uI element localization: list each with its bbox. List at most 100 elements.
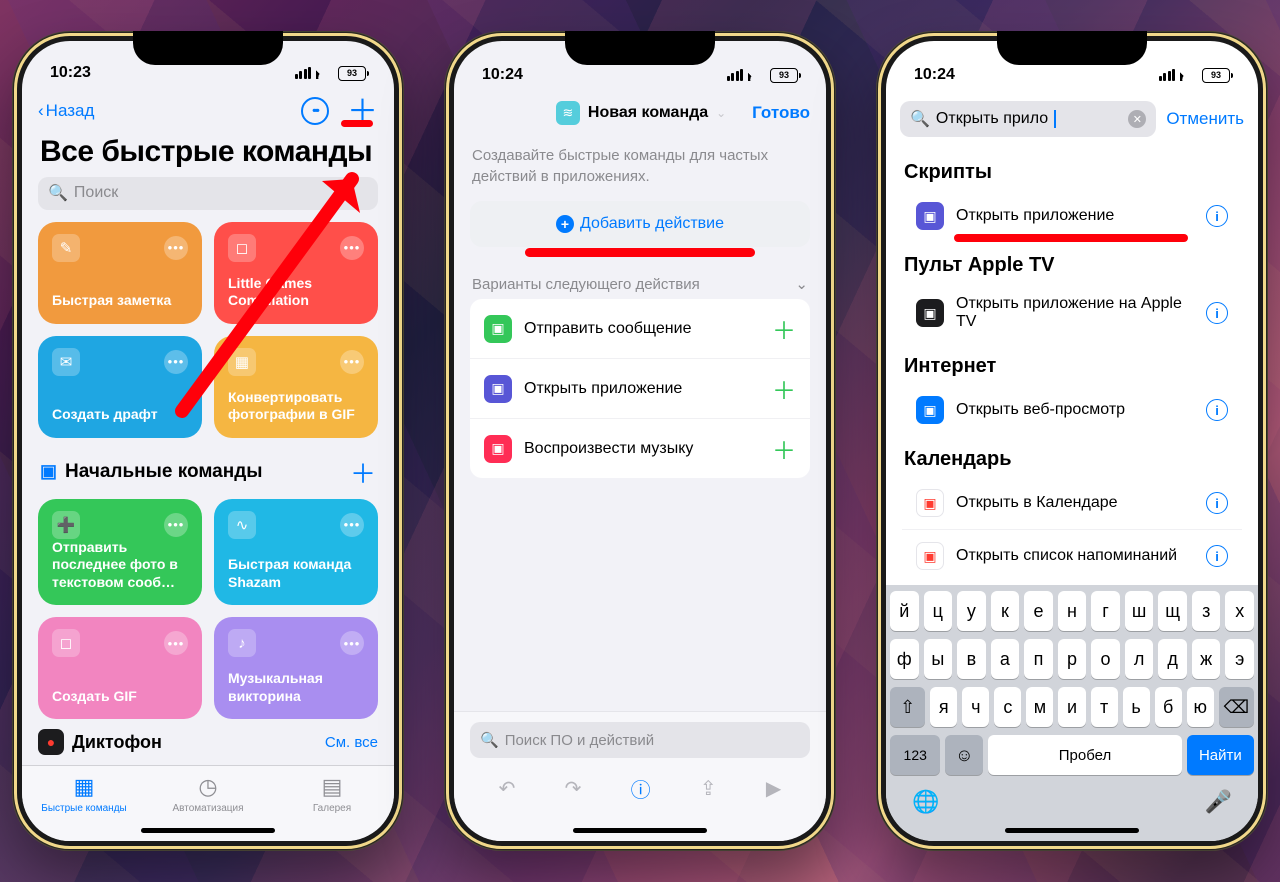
section-add-button[interactable]: ＋ <box>350 454 376 491</box>
key-м[interactable]: м <box>1026 687 1053 727</box>
card-more-button[interactable]: ••• <box>164 513 188 537</box>
key-я[interactable]: я <box>930 687 957 727</box>
key-у[interactable]: у <box>957 591 986 631</box>
key-numbers[interactable]: 123 <box>890 735 940 775</box>
shortcut-card[interactable]: ◻•••Создать GIF <box>38 617 202 719</box>
info-button[interactable]: i <box>1206 399 1228 421</box>
see-all-link[interactable]: См. все <box>325 734 378 751</box>
suggestion-item[interactable]: ▣Открыть приложение＋ <box>470 359 810 419</box>
key-ы[interactable]: ы <box>924 639 953 679</box>
add-action-button[interactable]: +Добавить действие <box>470 201 810 247</box>
key-search[interactable]: Найти <box>1187 735 1254 775</box>
shortcut-card[interactable]: ◻•••Little Games Compilation <box>214 222 378 324</box>
run-button[interactable]: ▶ <box>766 776 781 801</box>
key-э[interactable]: э <box>1225 639 1254 679</box>
key-с[interactable]: с <box>994 687 1021 727</box>
section-row[interactable]: ●ДиктофонСм. все <box>22 719 394 765</box>
key-ф[interactable]: ф <box>890 639 919 679</box>
home-indicator[interactable] <box>1005 828 1139 833</box>
key-ш[interactable]: ш <box>1125 591 1154 631</box>
search-field[interactable]: 🔍Поиск <box>38 177 378 210</box>
home-indicator[interactable] <box>141 828 275 833</box>
key-space[interactable]: Пробел <box>988 735 1181 775</box>
suggestion-item[interactable]: ▣Воспроизвести музыку＋ <box>470 419 810 478</box>
info-button[interactable]: i <box>1206 302 1228 324</box>
key-о[interactable]: о <box>1091 639 1120 679</box>
result-item[interactable]: ▣Открыть приложениеi <box>902 190 1242 242</box>
key-backspace[interactable]: ⌫ <box>1219 687 1254 727</box>
key-mic[interactable]: 🎤 <box>1205 789 1232 815</box>
redo-button[interactable]: ↷ <box>565 776 582 801</box>
key-щ[interactable]: щ <box>1158 591 1187 631</box>
wifi-icon <box>1180 69 1197 81</box>
done-button[interactable]: Готово <box>752 103 810 123</box>
add-item-button[interactable]: ＋ <box>772 431 796 466</box>
card-more-button[interactable]: ••• <box>340 513 364 537</box>
shortcut-card[interactable]: ➕•••Отправить последнее фото в текстовом… <box>38 499 202 606</box>
key-ж[interactable]: ж <box>1192 639 1221 679</box>
key-а[interactable]: а <box>991 639 1020 679</box>
actions-search[interactable]: 🔍Поиск ПО и действий <box>470 722 810 758</box>
card-more-button[interactable]: ••• <box>340 350 364 374</box>
add-item-button[interactable]: ＋ <box>772 371 796 406</box>
info-button[interactable]: i <box>1206 492 1228 514</box>
key-б[interactable]: б <box>1155 687 1182 727</box>
result-item[interactable]: ▣Открыть приложение на Apple TVi <box>902 283 1242 343</box>
key-д[interactable]: д <box>1158 639 1187 679</box>
key-emoji[interactable]: ☺ <box>945 735 983 775</box>
key-п[interactable]: п <box>1024 639 1053 679</box>
key-и[interactable]: и <box>1058 687 1085 727</box>
card-more-button[interactable]: ••• <box>164 350 188 374</box>
info-button[interactable]: i <box>1206 205 1228 227</box>
undo-button[interactable]: ↶ <box>499 776 516 801</box>
cancel-button[interactable]: Отменить <box>1166 109 1244 129</box>
key-з[interactable]: з <box>1192 591 1221 631</box>
key-р[interactable]: р <box>1058 639 1087 679</box>
key-е[interactable]: е <box>1024 591 1053 631</box>
key-г[interactable]: г <box>1091 591 1120 631</box>
shortcut-card[interactable]: ✎•••Быстрая заметка <box>38 222 202 324</box>
shortcut-card[interactable]: ▦•••Конвертировать фотографии в GIF <box>214 336 378 438</box>
key-й[interactable]: й <box>890 591 919 631</box>
key-т[interactable]: т <box>1091 687 1118 727</box>
result-item[interactable]: ▣Открыть в Календареi <box>902 477 1242 530</box>
more-button[interactable]: ••• <box>301 97 329 125</box>
clear-button[interactable]: ✕ <box>1128 110 1146 128</box>
result-item[interactable]: ▣Открыть веб-просмотрi <box>902 384 1242 436</box>
key-ь[interactable]: ь <box>1123 687 1150 727</box>
search-input[interactable]: 🔍Открыть прило✕ <box>900 101 1156 137</box>
suggestion-item[interactable]: ▣Отправить сообщение＋ <box>470 299 810 359</box>
key-л[interactable]: л <box>1125 639 1154 679</box>
card-more-button[interactable]: ••• <box>164 631 188 655</box>
card-more-button[interactable]: ••• <box>164 236 188 260</box>
info-button[interactable]: i <box>1206 545 1228 567</box>
key-н[interactable]: н <box>1058 591 1087 631</box>
card-more-button[interactable]: ••• <box>340 236 364 260</box>
tab-gallery[interactable]: ▤Галерея <box>277 774 387 814</box>
add-item-button[interactable]: ＋ <box>772 311 796 346</box>
result-group: ▣Открыть веб-просмотрi <box>902 384 1242 436</box>
section-header[interactable]: ▣Начальные команды＋ <box>22 438 394 499</box>
key-в[interactable]: в <box>957 639 986 679</box>
share-button[interactable]: ⇪ <box>700 776 717 801</box>
shortcut-title-button[interactable]: ≋Новая команда⌄ <box>556 101 726 125</box>
key-к[interactable]: к <box>991 591 1020 631</box>
home-indicator[interactable] <box>573 828 707 833</box>
key-shift[interactable]: ⇧ <box>890 687 925 727</box>
shortcut-card[interactable]: ♪•••Музыкальная викторина <box>214 617 378 719</box>
key-х[interactable]: х <box>1225 591 1254 631</box>
info-button[interactable]: ⓘ <box>631 774 651 803</box>
shortcut-card[interactable]: ∿•••Быстрая команда Shazam <box>214 499 378 606</box>
key-ч[interactable]: ч <box>962 687 989 727</box>
group-header: Скрипты <box>902 149 1242 190</box>
key-ц[interactable]: ц <box>924 591 953 631</box>
result-item[interactable]: ▣Открыть список напоминанийi <box>902 530 1242 582</box>
key-ю[interactable]: ю <box>1187 687 1214 727</box>
key-globe[interactable]: 🌐 <box>912 789 939 815</box>
back-button[interactable]: ‹ Назад <box>38 101 94 121</box>
card-more-button[interactable]: ••• <box>340 631 364 655</box>
tab-automation[interactable]: ◷Автоматизация <box>153 774 263 814</box>
shortcut-card[interactable]: ✉•••Создать драфт <box>38 336 202 438</box>
tab-shortcuts[interactable]: ▦Быстрые команды <box>29 774 139 814</box>
new-shortcut-button[interactable]: ＋ <box>347 96 378 127</box>
